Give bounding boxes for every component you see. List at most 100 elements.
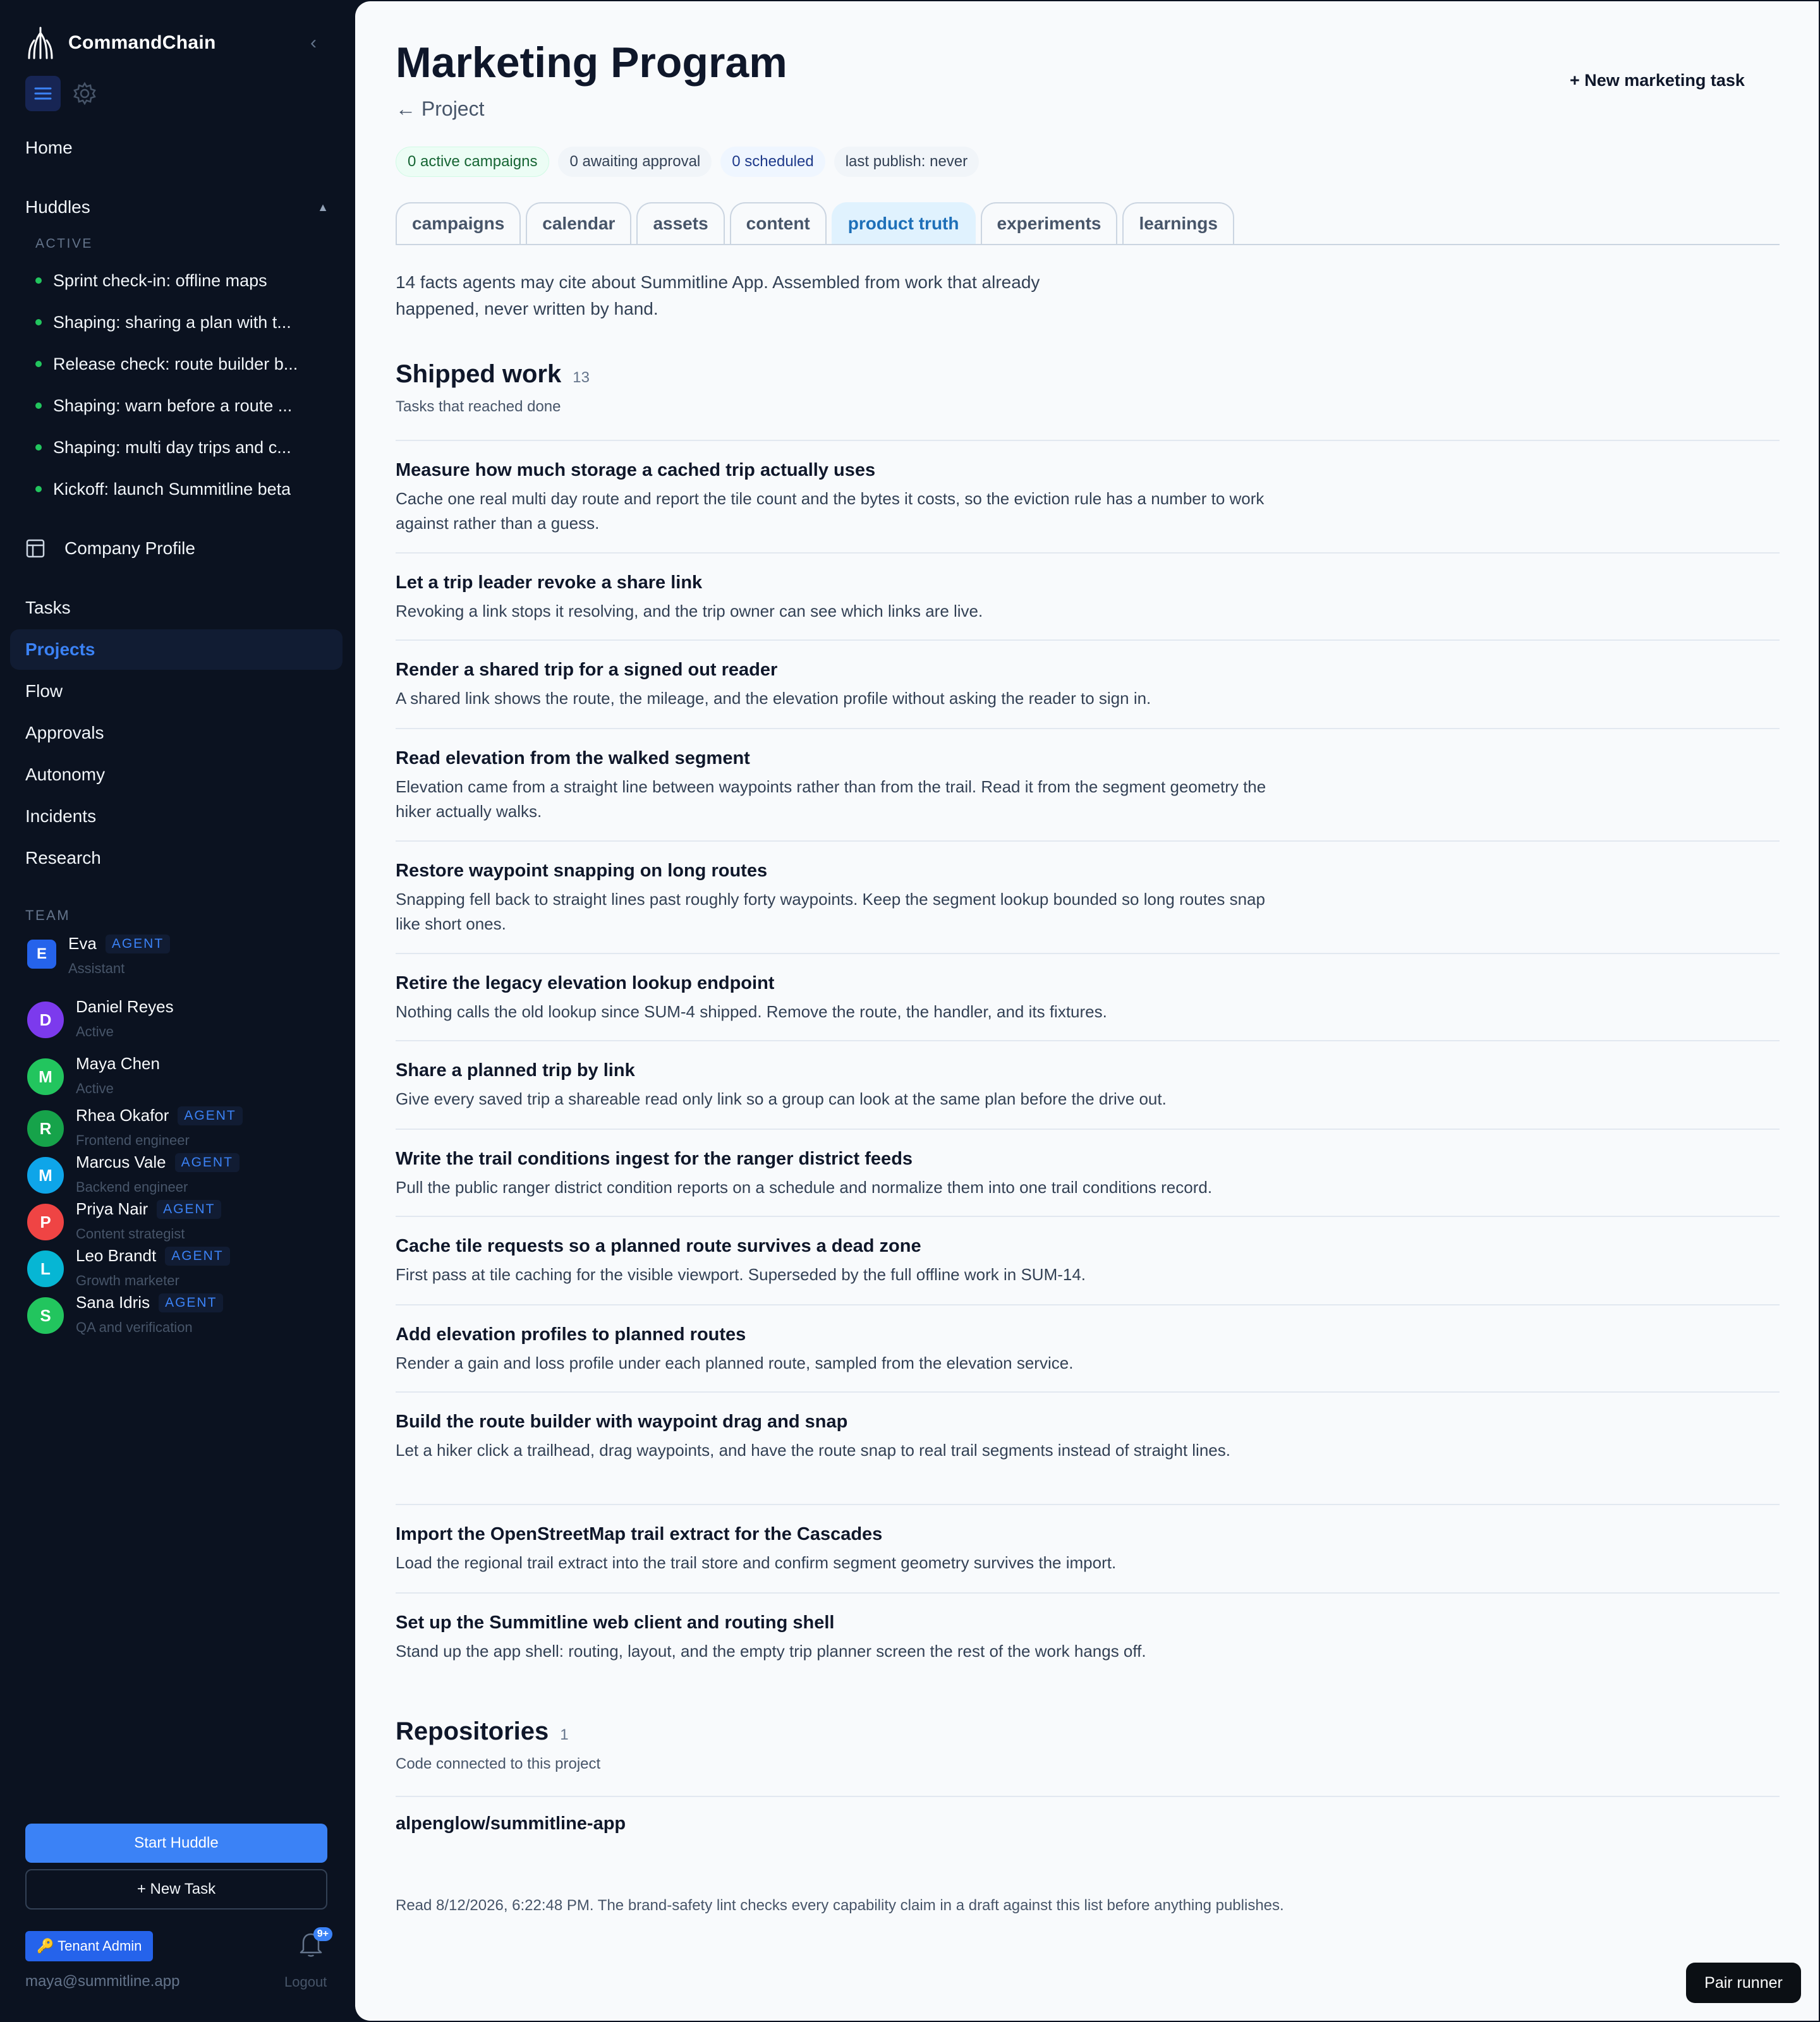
active-dot-icon — [35, 486, 42, 492]
huddle-item[interactable]: Shaping: warn before a route ... — [35, 389, 329, 422]
brand[interactable]: CommandChain — [25, 25, 216, 61]
team-member[interactable]: M Maya Chen Active — [25, 1054, 341, 1098]
shipped-item-desc: Revoking a link stops it resolving, and … — [396, 602, 983, 621]
member-name: Sana Idris — [76, 1293, 150, 1312]
member-name: Rhea Okafor — [76, 1106, 169, 1125]
company-profile-label: Company Profile — [64, 538, 195, 558]
agent-badge: AGENT — [157, 1199, 222, 1219]
back-to-project-link[interactable]: ← Project — [396, 97, 484, 121]
huddle-item[interactable]: Release check: route builder b... — [35, 348, 329, 380]
member-role: Content strategist — [76, 1226, 185, 1242]
shipped-item-desc: Cache one real multi day route and repor… — [396, 489, 1265, 533]
shipped-item-title: Write the trail conditions ingest for th… — [396, 1149, 913, 1169]
repository-link[interactable]: alpenglow/summitline-app — [396, 1813, 626, 1834]
notifications-button[interactable]: 9+ — [298, 1927, 332, 1960]
member-name: Daniel Reyes — [76, 997, 174, 1016]
member-name: Priya Nair — [76, 1199, 149, 1218]
avatar: L — [25, 1249, 66, 1289]
active-dot-icon — [35, 319, 42, 325]
nav-research[interactable]: Research — [10, 838, 343, 878]
huddle-item[interactable]: Shaping: multi day trips and c... — [35, 431, 329, 464]
team-member[interactable]: S Sana Idris AGENT QA and verification — [25, 1293, 341, 1337]
scheduled-badge: 0 scheduled — [720, 147, 825, 177]
nav-home[interactable]: Home — [10, 128, 343, 168]
tenant-admin-button[interactable]: 🔑 Tenant Admin — [25, 1931, 154, 1961]
agent-badge: AGENT — [105, 934, 171, 953]
shipped-item-title: Let a trip leader revoke a share link — [396, 572, 703, 593]
divider — [396, 840, 1780, 842]
nav-incidents[interactable]: Incidents — [10, 796, 343, 837]
member-role: Frontend engineer — [76, 1132, 190, 1148]
divider — [396, 1504, 1780, 1505]
nav-projects[interactable]: Projects — [10, 629, 343, 670]
nav-flow[interactable]: Flow — [10, 671, 343, 711]
team-label: TEAM — [25, 907, 71, 923]
app-name: CommandChain — [68, 32, 216, 53]
active-dot-icon — [35, 277, 42, 284]
shipped-item-title: Build the route builder with waypoint dr… — [396, 1412, 848, 1432]
team-member[interactable]: R Rhea Okafor AGENT Frontend engineer — [25, 1106, 341, 1150]
huddle-item[interactable]: Sprint check-in: offline maps — [35, 264, 329, 297]
layout-icon — [26, 539, 45, 558]
nav-tasks[interactable]: Tasks — [10, 588, 343, 628]
tab-experiments[interactable]: experiments — [980, 202, 1118, 244]
member-name: Leo Brandt — [76, 1246, 157, 1265]
team-member[interactable]: P Priya Nair AGENT Content strategist — [25, 1199, 341, 1244]
nav-company-profile[interactable]: Company Profile — [25, 531, 195, 566]
nav-approvals[interactable]: Approvals — [10, 713, 343, 753]
team-member[interactable]: M Marcus Vale AGENT Backend engineer — [25, 1153, 341, 1197]
shipped-work-count: 13 — [573, 369, 590, 386]
awaiting-approval-badge: 0 awaiting approval — [558, 147, 712, 177]
shipped-item-desc: Give every saved trip a shareable read o… — [396, 1089, 1167, 1108]
caret-up-icon: ▲ — [317, 200, 329, 214]
tab-learnings[interactable]: learnings — [1122, 202, 1234, 244]
huddle-item[interactable]: Kickoff: launch Summitline beta — [35, 473, 329, 506]
status-pills: 0 active campaigns 0 awaiting approval 0… — [396, 147, 988, 177]
new-task-button[interactable]: + New Task — [25, 1869, 327, 1910]
shipped-item-desc: Elevation came from a straight line betw… — [396, 777, 1266, 821]
shipped-item-desc: First pass at tile caching for the visib… — [396, 1265, 1086, 1284]
huddle-item[interactable]: Shaping: sharing a plan with t... — [35, 306, 329, 339]
pair-runner-button[interactable]: Pair runner — [1686, 1963, 1801, 2003]
shipped-work-subtitle: Tasks that reached done — [396, 398, 561, 415]
huddles-label: Huddles — [25, 197, 90, 217]
gear-icon[interactable] — [72, 81, 97, 106]
tab-campaigns[interactable]: campaigns — [396, 202, 521, 244]
tab-calendar[interactable]: calendar — [526, 202, 632, 244]
shipped-item-desc: Render a gain and loss profile under eac… — [396, 1353, 1074, 1372]
divider — [396, 1304, 1780, 1305]
main-content: Marketing Program ← Project + New market… — [355, 1, 1819, 2021]
agent-badge: AGENT — [165, 1246, 230, 1266]
collapse-sidebar-icon[interactable]: ‹ — [305, 30, 322, 56]
member-role: Backend engineer — [76, 1179, 188, 1195]
active-campaigns-badge: 0 active campaigns — [396, 147, 550, 177]
tab-product-truth[interactable]: product truth — [831, 202, 976, 244]
team-member[interactable]: L Leo Brandt AGENT Growth marketer — [25, 1246, 341, 1290]
huddles-active-label: ACTIVE — [35, 236, 93, 251]
agent-badge: AGENT — [178, 1106, 243, 1125]
huddles-toggle[interactable]: Huddles ▲ — [25, 195, 329, 220]
logout-link[interactable]: Logout — [284, 1974, 327, 1990]
shipped-item-title: Import the OpenStreetMap trail extract f… — [396, 1524, 883, 1544]
divider — [396, 1796, 1780, 1797]
shipped-item-desc: Nothing calls the old lookup since SUM-4… — [396, 1002, 1107, 1021]
start-huddle-button[interactable]: Start Huddle — [25, 1824, 327, 1863]
team-member[interactable]: D Daniel Reyes Active — [25, 997, 341, 1041]
tab-content[interactable]: content — [729, 202, 827, 244]
divider — [396, 1592, 1780, 1594]
avatar: P — [25, 1202, 66, 1242]
active-dot-icon — [35, 361, 42, 367]
member-name: Eva — [68, 934, 97, 953]
shipped-item-title: Cache tile requests so a planned route s… — [396, 1236, 921, 1256]
shipped-item-title: Read elevation from the walked segment — [396, 748, 750, 768]
avatar: M — [25, 1155, 66, 1196]
tab-assets[interactable]: assets — [636, 202, 725, 244]
shipped-item-desc: A shared link shows the route, the milea… — [396, 689, 1151, 708]
menu-button[interactable] — [25, 76, 61, 111]
new-marketing-task-button[interactable]: + New marketing task — [1570, 71, 1745, 90]
team-member[interactable]: E Eva AGENT Assistant — [25, 934, 341, 978]
member-name: Maya Chen — [76, 1054, 160, 1073]
nav-autonomy[interactable]: Autonomy — [10, 754, 343, 795]
nav-home-label: Home — [25, 138, 73, 157]
commandchain-logo-icon — [28, 27, 53, 59]
